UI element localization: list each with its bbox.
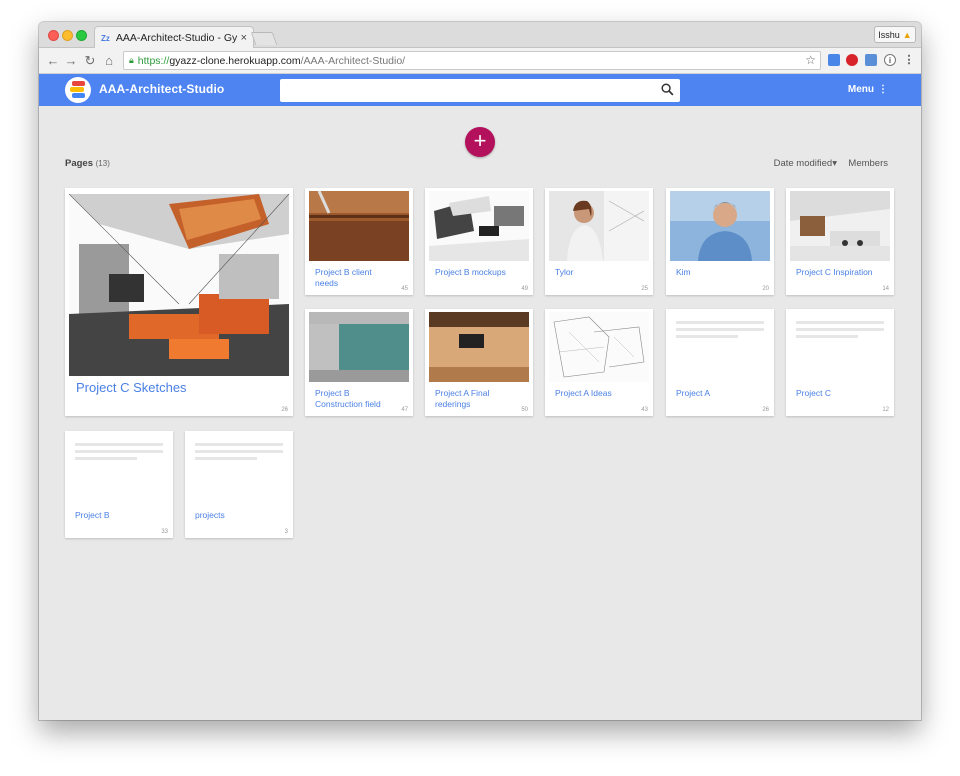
text-preview-lines (195, 443, 283, 464)
profile-name: Isshu (878, 29, 900, 40)
page-title: Tylor (555, 267, 574, 277)
pages-label: Pages (65, 158, 93, 169)
new-tab-button[interactable] (250, 32, 278, 45)
gyazz-favicon-icon: Zz (101, 33, 110, 43)
reload-button[interactable]: ↻ (82, 52, 98, 69)
pages-heading: Pages (13) (65, 158, 110, 169)
page-line-count: 25 (641, 286, 648, 292)
page-title: Project A Final rederings (435, 388, 490, 409)
page-thumbnail (670, 191, 770, 261)
back-button[interactable]: ← (45, 52, 61, 69)
page-line-count: 14 (882, 286, 889, 292)
page-thumbnail (549, 191, 649, 261)
minimize-window-button[interactable] (62, 30, 73, 41)
text-preview-lines (676, 321, 764, 342)
page-line-count: 33 (161, 529, 168, 535)
page-thumbnail (790, 191, 890, 261)
menu-button[interactable]: Menu ⋮ (848, 84, 888, 95)
tab-title: AAA-Architect-Studio - Gyazz (115, 32, 237, 44)
page-card-project-a-ideas[interactable]: Project A Ideas 43 (545, 309, 653, 416)
search-input[interactable] (280, 79, 680, 102)
page-line-count: 26 (762, 407, 769, 413)
profile-button[interactable]: Isshu ▲ (874, 26, 916, 43)
warning-icon: ▲ (902, 29, 912, 40)
page-title: Project C Sketches (76, 380, 187, 395)
caret-down-icon: ▾ (832, 158, 837, 169)
extension-icon[interactable] (865, 54, 877, 66)
page-card-tylor[interactable]: Tylor 25 (545, 188, 653, 295)
sort-dropdown[interactable]: Date modified▾ (774, 158, 837, 169)
url-scheme: https:// (137, 54, 170, 67)
page-title: projects (195, 510, 225, 520)
page-thumbnail (309, 312, 409, 382)
close-window-button[interactable] (48, 30, 59, 41)
page-card-projects[interactable]: projects 3 (185, 431, 293, 538)
page-card-project-b-mockups[interactable]: Project B mockups 49 (425, 188, 533, 295)
page-title: Project A Ideas (555, 388, 612, 398)
browser-tab[interactable]: Zz AAA-Architect-Studio - Gyazz × (94, 26, 254, 49)
url-host: gyazz-clone.herokuapp.com (169, 54, 301, 67)
tab-close-icon[interactable]: × (241, 32, 247, 44)
forward-button[interactable]: → (63, 52, 79, 69)
lock-icon: 🔒︎ (129, 55, 134, 65)
page-card-project-c[interactable]: Project C 12 (786, 309, 894, 416)
page-line-count: 26 (281, 407, 288, 413)
tab-bar: Zz AAA-Architect-Studio - Gyazz × Isshu … (39, 22, 921, 49)
page-card-project-a[interactable]: Project A 26 (666, 309, 774, 416)
info-icon[interactable]: i (884, 54, 896, 66)
page-card-project-c-inspiration[interactable]: Project C Inspiration 14 (786, 188, 894, 295)
page-line-count: 12 (882, 407, 889, 413)
page-card-project-a-final-rederings[interactable]: Project A Final rederings 50 (425, 309, 533, 416)
home-button[interactable]: ⌂ (101, 52, 117, 69)
text-preview-lines (75, 443, 163, 464)
page-title: Project B Construction field (315, 388, 381, 409)
page-card-project-c-sketches[interactable]: Project C Sketches 26 (65, 188, 293, 416)
address-bar[interactable]: 🔒︎ https:// gyazz-clone.herokuapp.com /A… (123, 51, 821, 70)
page-thumbnail (549, 312, 649, 382)
page-line-count: 20 (762, 286, 769, 292)
page-title: Project B client needs (315, 267, 372, 288)
page-title: Kim (676, 267, 691, 277)
extension-icon[interactable] (828, 54, 840, 66)
app-header: AAA-Architect-Studio Menu ⋮ (39, 74, 921, 106)
page-title: Project B (75, 510, 110, 520)
app-logo[interactable] (65, 77, 91, 103)
text-preview-lines (796, 321, 884, 342)
page-title: Project C (796, 388, 831, 398)
page-line-count: 45 (401, 286, 408, 292)
sort-label: Date modified (773, 158, 833, 169)
logo-icon (70, 81, 86, 99)
page-thumbnail (429, 312, 529, 382)
app-title[interactable]: AAA-Architect-Studio (99, 82, 224, 96)
page-line-count: 49 (521, 286, 528, 292)
menu-label: Menu (847, 84, 874, 95)
bookmark-star-icon[interactable]: ☆ (805, 53, 816, 67)
page-thumbnail (429, 191, 529, 261)
search-icon[interactable] (661, 83, 674, 96)
zoom-window-button[interactable] (76, 30, 87, 41)
page-title: Project C Inspiration (796, 267, 873, 277)
page-thumbnail (309, 191, 409, 261)
page-line-count: 43 (641, 407, 648, 413)
browser-menu-icon[interactable]: ⋮ (903, 54, 915, 66)
browser-toolbar: ← → ↻ ⌂ 🔒︎ https:// gyazz-clone.herokuap… (39, 48, 921, 74)
more-vert-icon: ⋮ (878, 84, 888, 95)
page-card-project-b[interactable]: Project B 33 (65, 431, 173, 538)
page-card-project-b-construction-field[interactable]: Project B Construction field 47 (305, 309, 413, 416)
pages-count: (13) (95, 159, 110, 168)
pinterest-icon[interactable] (846, 54, 858, 66)
page-line-count: 50 (521, 407, 528, 413)
url-path: /AAA-Architect-Studio/ (300, 54, 406, 67)
page-line-count: 47 (401, 407, 408, 413)
page-thumbnail (69, 194, 289, 376)
add-page-button[interactable]: + (465, 127, 495, 157)
browser-window: Zz AAA-Architect-Studio - Gyazz × Isshu … (39, 22, 921, 720)
page-card-project-b-client-needs[interactable]: Project B client needs 45 (305, 188, 413, 295)
page-title: Project A (676, 388, 711, 398)
page-title: Project B mockups (435, 267, 506, 277)
page-line-count: 3 (284, 529, 288, 535)
page-card-kim[interactable]: Kim 20 (666, 188, 774, 295)
members-link[interactable]: Members (848, 158, 888, 169)
